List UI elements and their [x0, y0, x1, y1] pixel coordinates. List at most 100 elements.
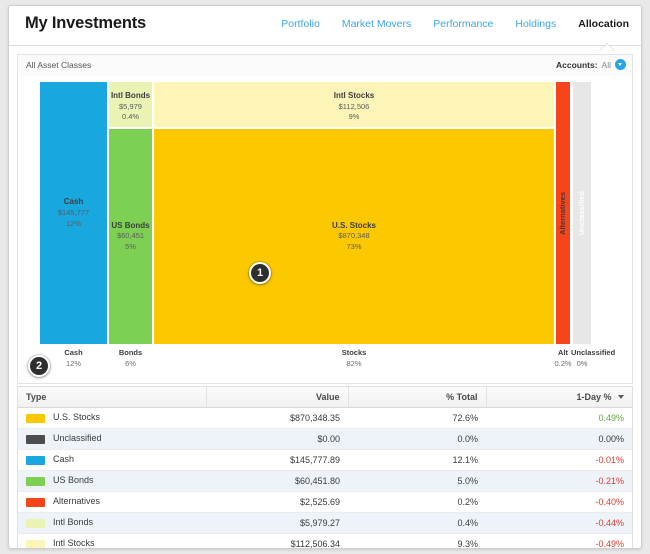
table-header-row: Type Value % Total 1-Day %	[18, 387, 632, 408]
table-row[interactable]: Intl Bonds $5,979.27 0.4% -0.44%	[18, 512, 632, 534]
allocation-table-wrap: Type Value % Total 1-Day % U.S. Stocks $8…	[17, 386, 633, 549]
treemap-tile-percent: 9%	[348, 112, 360, 122]
treemap-tile-alternatives[interactable]: Alternatives	[556, 82, 570, 344]
axis-group-unclassified: Unclassified 0%	[571, 348, 616, 368]
axis-group-bonds: Bonds 6%	[109, 348, 152, 368]
cell-type-label: Intl Bonds	[53, 517, 94, 528]
treemap-tile-cash[interactable]: Cash $145,777 12%	[40, 82, 107, 344]
column-header-value[interactable]: Value	[206, 387, 349, 408]
table-row[interactable]: Unclassified $0.00 0.0% 0.00%	[18, 428, 632, 450]
investments-card: My Investments Portfolio Market Movers Per…	[8, 5, 642, 549]
treemap-tile-value: $112,506	[338, 101, 370, 111]
axis-group-percent: 6%	[125, 359, 136, 368]
column-header-pct-total[interactable]: % Total	[348, 387, 487, 408]
treemap-tile-unclassified[interactable]: Unclassified	[573, 82, 591, 344]
treemap-tile-value: $870,348	[338, 231, 370, 241]
axis-group-percent: 12%	[65, 359, 81, 368]
treemap-tile-value: $60,451	[116, 231, 145, 241]
accounts-label: Accounts:	[555, 59, 598, 70]
cell-type: Alternatives	[18, 491, 206, 513]
axis-group-percent: 0%	[576, 359, 588, 368]
table-row[interactable]: U.S. Stocks $870,348.35 72.6% 0.49%	[18, 407, 632, 429]
treemap-tile-name: U.S. Stocks	[331, 220, 376, 230]
active-tab-caret	[600, 44, 614, 51]
treemap-tile-intl-stocks[interactable]: Intl Stocks $112,506 9%	[154, 82, 554, 127]
axis-group-name: Unclassified	[571, 348, 616, 357]
cell-pct-total: 12.1%	[348, 449, 486, 471]
asset-class-filter[interactable]: All Asset Classes	[26, 60, 91, 70]
accounts-selector[interactable]: Accounts: All	[556, 59, 626, 70]
cell-type-label: U.S. Stocks	[53, 412, 101, 423]
table-row[interactable]: Alternatives $2,525.69 0.2% -0.40%	[18, 491, 632, 513]
treemap-tile-value: $145,777	[57, 207, 90, 217]
treemap-tile-name: Cash	[63, 197, 84, 207]
treemap-tile-us-stocks[interactable]: U.S. Stocks $870,348 73%	[154, 129, 554, 344]
cell-value: $0.00	[206, 428, 348, 450]
chevron-down-circle-icon[interactable]	[615, 59, 626, 70]
table-body: U.S. Stocks $870,348.35 72.6% 0.49% Unclassi…	[18, 407, 632, 549]
cell-pct-total: 0.2%	[348, 491, 486, 513]
axis-group-name: Cash	[64, 348, 83, 357]
treemap-tile-intl-bonds[interactable]: Intl Bonds $5,979 0.4%	[109, 82, 152, 127]
color-swatch-icon	[26, 476, 45, 486]
nav-item-performance[interactable]: Performance	[433, 18, 493, 30]
treemap-tile-name: US Bonds	[111, 220, 150, 230]
treemap-tile-percent: 73%	[346, 242, 362, 252]
table-head: Type Value % Total 1-Day %	[18, 387, 632, 408]
table-row[interactable]: Cash $145,777.89 12.1% -0.01%	[18, 449, 632, 471]
cell-type: US Bonds	[18, 470, 206, 492]
cell-one-day-pct: -0.49%	[486, 533, 632, 548]
step-badge-1: 1	[249, 262, 271, 284]
axis-group-name: Stocks	[341, 348, 367, 357]
treemap-tile-name: Unclassified	[576, 190, 586, 236]
treemap-tile-us-bonds[interactable]: US Bonds $60,451 5%	[109, 129, 152, 344]
treemap-axis: Cash 12% Bonds 6% Stocks 82% Alt 0.2% Unclassifi…	[40, 348, 616, 376]
cell-one-day-pct: -0.01%	[486, 449, 632, 471]
cell-type-label: Alternatives	[53, 496, 101, 507]
cell-value: $2,525.69	[206, 491, 348, 513]
table-row[interactable]: US Bonds $60,451.80 5.0% -0.21%	[18, 470, 632, 492]
treemap-tile-name: Alternatives	[557, 191, 567, 235]
nav-item-portfolio[interactable]: Portfolio	[281, 18, 320, 30]
color-swatch-icon	[26, 434, 45, 444]
axis-group-stocks: Stocks 82%	[154, 348, 554, 368]
cell-pct-total: 9.3%	[348, 533, 486, 548]
sort-descending-icon	[618, 395, 624, 400]
treemap-tile-name: Intl Stocks	[333, 91, 375, 100]
nav-item-market-movers[interactable]: Market Movers	[342, 18, 411, 30]
cell-value: $145,777.89	[206, 449, 348, 471]
allocation-table: Type Value % Total 1-Day % U.S. Stocks $8…	[18, 387, 632, 549]
cell-one-day-pct: -0.21%	[486, 470, 632, 492]
cell-pct-total: 0.0%	[348, 428, 486, 450]
cell-type: Unclassified	[18, 428, 206, 450]
treemap-tile-value: $5,979	[119, 101, 142, 111]
cell-value: $5,979.27	[206, 512, 348, 534]
column-header-one-day-pct[interactable]: 1-Day %	[486, 387, 632, 408]
cell-pct-total: 5.0%	[348, 470, 486, 492]
cell-one-day-pct: 0.49%	[486, 407, 632, 429]
allocation-chart-panel: Cash $145,777 12% Intl Bonds $5,979 0.4% US Bo…	[17, 76, 633, 384]
filter-bar: All Asset Classes Accounts: All	[17, 54, 633, 76]
page-title: My Investments	[25, 14, 146, 32]
cell-one-day-pct: -0.40%	[486, 491, 632, 513]
screen: My Investments Portfolio Market Movers Per…	[0, 0, 650, 554]
cell-type-label: Unclassified	[53, 433, 102, 444]
cell-value: $870,348.35	[206, 407, 348, 429]
nav-item-allocation[interactable]: Allocation	[578, 18, 629, 30]
cell-type: Intl Stocks	[18, 533, 206, 549]
treemap-tile-percent: 5%	[125, 242, 136, 252]
color-swatch-icon	[26, 455, 45, 465]
column-header-type[interactable]: Type	[18, 387, 207, 408]
axis-group-percent: 82%	[346, 359, 362, 368]
cell-one-day-pct: 0.00%	[486, 428, 632, 450]
cell-type: Intl Bonds	[18, 512, 206, 534]
table-row[interactable]: Intl Stocks $112,506.34 9.3% -0.49%	[18, 533, 632, 549]
cell-one-day-pct: -0.44%	[486, 512, 632, 534]
cell-type-label: Intl Stocks	[53, 538, 95, 549]
color-swatch-icon	[26, 518, 45, 528]
nav-item-holdings[interactable]: Holdings	[515, 18, 556, 30]
accounts-value: All	[601, 59, 611, 70]
axis-group-name: Bonds	[118, 348, 143, 357]
treemap-tile-name: Intl Bonds	[110, 91, 151, 100]
treemap-tile-percent: 0.4%	[121, 112, 140, 122]
